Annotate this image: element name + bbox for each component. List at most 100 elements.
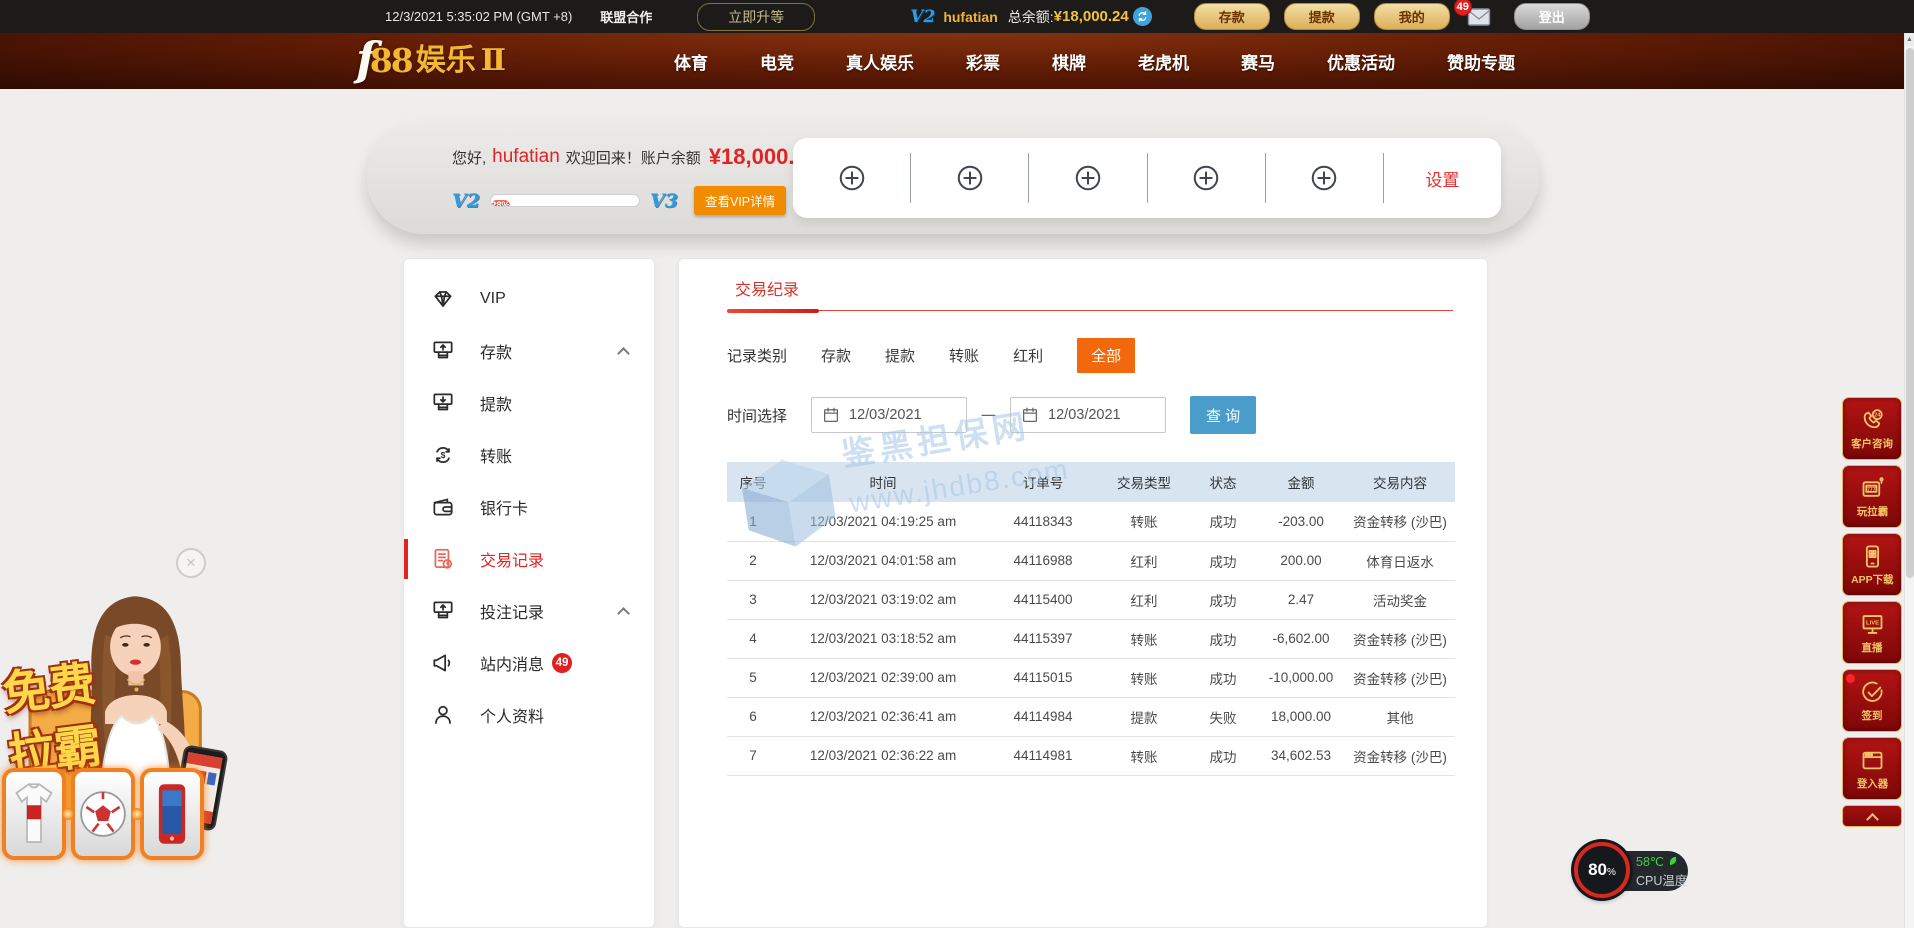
rail-button-checkin[interactable]: 签到 [1842, 669, 1902, 732]
nav-item-8[interactable]: 赞助专题 [1421, 49, 1541, 74]
cell-time: 12/03/2021 04:19:25 am [779, 502, 987, 541]
nav-item-0[interactable]: 体育 [648, 49, 734, 74]
cpu-usage-unit: % [1607, 867, 1616, 878]
rail-button-label: 签到 [1862, 707, 1883, 722]
cpu-monitor-widget[interactable]: 58℃ CPU温度 80 % [1574, 846, 1690, 898]
nav-item-7[interactable]: 优惠活动 [1301, 49, 1421, 74]
sidebar-item-bankcard[interactable]: 银行卡 [404, 481, 654, 533]
profile-icon [430, 702, 456, 728]
rail-button-slot[interactable]: 777玩拉霸 [1842, 465, 1902, 528]
refresh-balance-icon[interactable] [1133, 7, 1152, 26]
sidebar-item-label: 交易记录 [480, 547, 544, 571]
filter-option-0[interactable]: 存款 [821, 345, 851, 366]
username-link[interactable]: hufatian [943, 9, 997, 25]
withdraw-button[interactable]: 提款 [1284, 3, 1360, 30]
nav-item-2[interactable]: 真人娱乐 [820, 49, 940, 74]
phone24-icon: 24 [1859, 407, 1886, 434]
vip-detail-button[interactable]: 查看VIP详情 [694, 186, 786, 215]
cell-amount: 18,000.00 [1257, 697, 1345, 736]
cpu-temp-value: 58℃ [1636, 854, 1664, 869]
date-from-input[interactable]: 12/03/2021 [811, 397, 967, 433]
tab-active-underline [727, 309, 819, 313]
rail-button-app[interactable]: APP下载 [1842, 533, 1902, 596]
quick-action-button-4[interactable] [1266, 138, 1383, 218]
svg-text:24: 24 [1874, 412, 1881, 418]
mine-button[interactable]: 我的 [1374, 3, 1450, 30]
nav-item-6[interactable]: 赛马 [1215, 49, 1301, 74]
balance-label: 总余额: [1008, 7, 1054, 27]
scrollbar-up-arrow[interactable]: ▲ [1905, 33, 1914, 46]
mail-icon[interactable]: 49 [1466, 7, 1492, 27]
nav-item-5[interactable]: 老虎机 [1112, 49, 1215, 74]
sidebar-item-deposit[interactable]: 存款 [404, 325, 654, 377]
nav-item-3[interactable]: 彩票 [940, 49, 1026, 74]
logout-button[interactable]: 登出 [1514, 3, 1590, 30]
sidebar-item-withdraw[interactable]: 提款 [404, 377, 654, 429]
cell-order: 44118343 [987, 502, 1099, 541]
transaction-icon [430, 546, 456, 572]
settings-button[interactable]: 设置 [1384, 138, 1501, 218]
calendar-icon [1021, 406, 1039, 424]
transfer-icon: $ [430, 442, 456, 468]
cell-no: 3 [727, 580, 779, 619]
main-nav-bar: f 88 娱乐 Ⅱ 体育电竞真人娱乐彩票棋牌老虎机赛马优惠活动赞助专题 [0, 33, 1914, 89]
rail-collapse-button[interactable] [1842, 805, 1902, 827]
scrollbar-track[interactable]: ▲ [1904, 33, 1914, 928]
datetime-label: 12/3/2021 5:35:02 PM (GMT +8) [385, 9, 572, 24]
filter-option-4[interactable]: 全部 [1077, 338, 1135, 373]
date-to-input[interactable]: 12/03/2021 [1010, 397, 1166, 433]
site-logo[interactable]: f 88 娱乐 Ⅱ [356, 37, 506, 81]
sidebar-item-message[interactable]: 站内消息49 [404, 637, 654, 689]
cell-time: 12/03/2021 04:01:58 am [779, 541, 987, 580]
alliance-link[interactable]: 联盟合作 [600, 7, 652, 26]
sidebar-item-vip[interactable]: VIP [404, 273, 654, 325]
cell-amount: 34,602.53 [1257, 736, 1345, 775]
rail-button-launcher[interactable]: 登入器 [1842, 737, 1902, 800]
quick-action-button-3[interactable] [1148, 138, 1265, 218]
close-icon[interactable]: × [176, 548, 206, 578]
nav-item-4[interactable]: 棋牌 [1026, 49, 1112, 74]
logo-suffix: Ⅱ [481, 41, 506, 81]
rail-button-live[interactable]: LIVE直播 [1842, 601, 1902, 664]
cell-status: 成功 [1189, 736, 1257, 775]
plus-icon [1309, 163, 1339, 193]
promo-banner[interactable]: × [0, 540, 252, 928]
promo-reel-jersey [2, 768, 66, 860]
quick-action-button-1[interactable] [911, 138, 1028, 218]
sidebar-item-betting[interactable]: 投注记录 [404, 585, 654, 637]
quick-action-button-2[interactable] [1029, 138, 1146, 218]
column-header: 金额 [1257, 462, 1345, 502]
tab-transaction-records[interactable]: 交易纪录 [735, 276, 799, 300]
plus-icon [955, 163, 985, 193]
main-nav: 体育电竞真人娱乐彩票棋牌老虎机赛马优惠活动赞助专题 [648, 33, 1541, 89]
rail-button-phone24[interactable]: 24客户咨询 [1842, 397, 1902, 460]
sidebar-item-label: 个人资料 [480, 703, 544, 727]
cell-time: 12/03/2021 03:19:02 am [779, 580, 987, 619]
vip-progress-row: V2 28% V3 查看VIP详情 [452, 186, 786, 215]
greeting-prefix: 您好, [452, 147, 486, 168]
quick-action-button-0[interactable] [793, 138, 910, 218]
date-to-value: 12/03/2021 [1048, 407, 1121, 423]
filter-option-2[interactable]: 转账 [949, 345, 979, 366]
deposit-icon [430, 338, 456, 364]
cell-order: 44115397 [987, 619, 1099, 658]
cell-content: 资金转移 (沙巴) [1345, 502, 1455, 541]
cell-type: 红利 [1099, 541, 1189, 580]
column-header: 订单号 [987, 462, 1099, 502]
plus-icon [837, 163, 867, 193]
scrollbar-thumb[interactable] [1906, 48, 1914, 578]
sidebar-item-transaction[interactable]: 交易记录 [404, 533, 654, 585]
nav-item-1[interactable]: 电竞 [734, 49, 820, 74]
sidebar-item-transfer[interactable]: $转账 [404, 429, 654, 481]
greeting-line: 您好, hufatian 欢迎回来！账户余额 ¥18,000.24 [452, 144, 843, 170]
filter-option-1[interactable]: 提款 [885, 345, 915, 366]
cpu-temp-label: CPU温度 [1636, 870, 1688, 889]
query-button[interactable]: 查 询 [1190, 396, 1256, 434]
reel-glow [131, 808, 143, 820]
filter-option-3[interactable]: 红利 [1013, 345, 1043, 366]
sidebar-item-profile[interactable]: 个人资料 [404, 689, 654, 741]
app-icon [1859, 543, 1886, 570]
deposit-button[interactable]: 存款 [1194, 3, 1270, 30]
upgrade-button[interactable]: 立即升等 [697, 3, 815, 31]
greeting-suffix: 欢迎回来！账户余额 [566, 147, 701, 168]
